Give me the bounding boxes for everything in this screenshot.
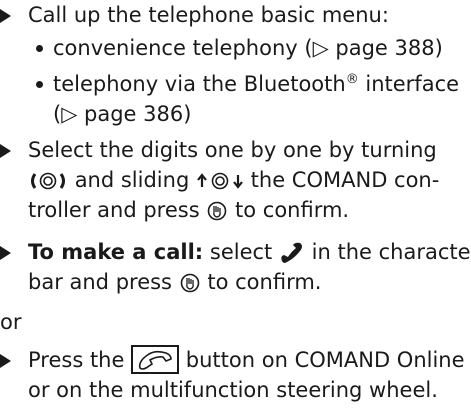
triangle-icon — [0, 246, 11, 260]
bullet-bluetooth-telephony: telephony via the Bluetooth® interface (… — [36, 69, 466, 129]
slide-controller-icon — [197, 172, 243, 190]
bullet-dot-icon — [36, 81, 43, 88]
step-select-digits: Select the digits one by one by turning … — [0, 135, 471, 230]
step-press-button: Press the button on COMAND Online or on … — [0, 344, 471, 410]
triangle-icon — [0, 144, 11, 158]
select-text: select — [209, 240, 273, 264]
step-text-line1: Press the button on COMAND Online — [28, 344, 465, 376]
step-text-line3: troller and press to confirm. — [28, 195, 349, 225]
bullet-convenience-telephony: convenience telephony (▷ page 388) — [36, 33, 466, 63]
step-text-line2: or on the multifunction steering wheel. — [28, 378, 438, 402]
registered-mark: ® — [345, 72, 359, 87]
to-confirm-text: to confirm. — [207, 270, 322, 294]
interface-text: interface — [358, 72, 460, 96]
turn-controller-icon — [31, 172, 65, 190]
bullet-text-line1: telephony via the Bluetooth® interface — [53, 69, 471, 99]
and-sliding-text: and sliding — [74, 168, 190, 192]
step-text-line2: and sliding the COMAND con- — [28, 165, 439, 195]
phone-button-icon — [131, 344, 180, 374]
bluetooth-text: telephony via the Bluetooth — [53, 72, 346, 96]
bullet-dot-icon — [36, 45, 43, 52]
phone-icon — [281, 242, 302, 263]
step-text: Call up the telephone basic menu: — [28, 3, 389, 27]
step-text-line1: Select the digits one by one by turning — [28, 138, 437, 162]
press-controller-icon — [180, 273, 199, 293]
step-text-line1: To make a call: select in the character — [28, 237, 471, 267]
triangle-icon — [0, 354, 11, 368]
comand-controller-text: the COMAND con- — [250, 168, 440, 192]
to-confirm-text: to confirm. — [235, 198, 350, 222]
in-character-text: in the character — [311, 240, 471, 264]
triangle-icon — [0, 9, 11, 23]
step-text-line2: bar and press to confirm. — [28, 267, 321, 297]
make-call-heading: To make a call: — [28, 240, 204, 264]
button-on-comand-text: button on COMAND Online — [185, 348, 465, 372]
bar-press-text: bar and press — [28, 270, 172, 294]
or-text: or — [0, 310, 22, 334]
step-make-call: To make a call: select in the character … — [0, 237, 471, 302]
press-the-text: Press the — [28, 348, 125, 372]
troller-press-text: troller and press — [28, 198, 200, 222]
bullet-text: convenience telephony (▷ page 388) — [53, 36, 443, 60]
step-call-up-menu: Call up the telephone basic menu: conven… — [0, 0, 471, 126]
manual-page: Call up the telephone basic menu: conven… — [0, 0, 471, 412]
press-controller-icon — [208, 201, 227, 221]
bullet-text-line2: (▷ page 386) — [53, 102, 192, 126]
